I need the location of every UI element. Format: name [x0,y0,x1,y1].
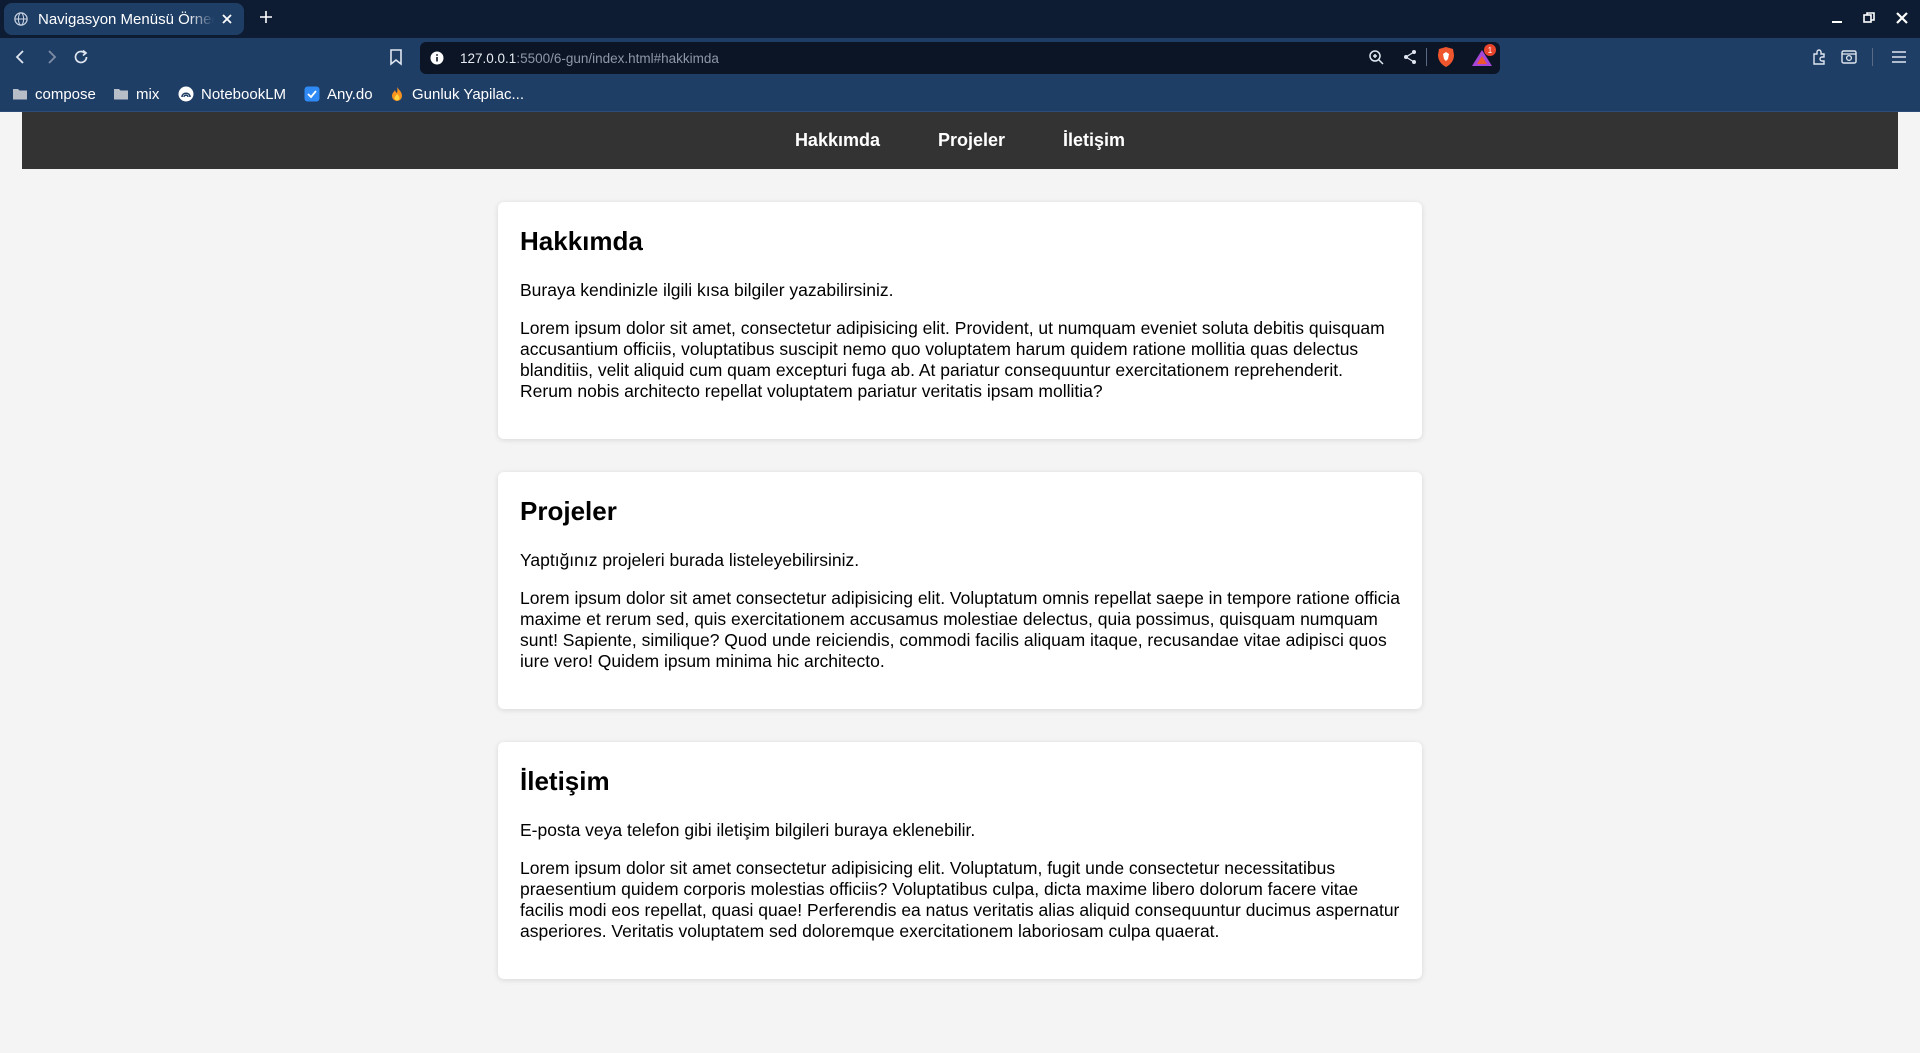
nav-link-iletisim[interactable]: İletişim [1063,130,1125,151]
url-path: :5500/6-gun/index.html#hakkimda [516,50,719,66]
page-viewport: Hakkımda Projeler İletişim Hakkımda Bura… [0,112,1920,1053]
bookmark-notebooklm[interactable]: NotebookLM [178,84,286,104]
tab-strip [0,0,1920,38]
nav-link-projeler[interactable]: Projeler [938,130,1005,151]
toolbar-divider [1872,48,1873,66]
notification-badge: 1 [1484,44,1496,56]
browser-tab[interactable]: Navigasyon Menüsü Örneği [4,3,244,35]
site-navigation: Hakkımda Projeler İletişim [22,112,1898,169]
tab-title: Navigasyon Menüsü Örneği [38,10,214,28]
restore-icon[interactable] [1862,11,1876,25]
site-info-icon[interactable] [430,51,444,65]
extensions-icon[interactable] [1810,48,1828,66]
menu-icon[interactable] [1890,48,1908,66]
share-icon[interactable] [1402,49,1418,65]
new-tab-icon[interactable] [258,9,274,25]
section-iletisim: İletişim E-posta veya telefon gibi ileti… [498,742,1422,979]
url-divider [1426,48,1427,66]
close-window-icon[interactable] [1895,11,1909,25]
minimize-icon[interactable] [1830,11,1844,25]
section-hakkimda: Hakkımda Buraya kendinizle ilgili kısa b… [498,202,1422,439]
section-title: Hakkımda [520,226,643,256]
folder-icon [13,89,27,100]
bookmark-label: NotebookLM [201,85,287,103]
globe-icon [14,12,28,26]
nav-link-hakkimda[interactable]: Hakkımda [795,130,880,151]
folder-icon [114,89,128,100]
section-intro: E-posta veya telefon gibi iletişim bilgi… [520,820,976,840]
section-title: Projeler [520,496,617,526]
zoom-icon[interactable] [1368,49,1384,65]
section-body: Lorem ipsum dolor sit amet, consectetur … [520,318,1385,401]
url-host: 127.0.0.1 [460,50,517,66]
bookmark-mix[interactable]: mix [113,84,159,104]
bookmarks-bar [0,78,1920,112]
reader-mode-icon[interactable] [1840,48,1858,66]
section-body: Lorem ipsum dolor sit amet consectetur a… [520,858,1400,941]
bookmark-compose[interactable]: compose [12,84,96,104]
bookmark-label: Gunluk Yapilac... [412,85,525,103]
bookmark-anydo[interactable]: Any.do [304,84,373,104]
bookmark-icon[interactable] [388,48,404,66]
bookmark-gunluk[interactable]: Gunluk Yapilac... [389,84,524,104]
section-intro: Yaptığınız projeleri burada listeleyebil… [520,550,860,570]
address-bar[interactable]: 127.0.0.1:5500/6-gun/index.html#hakkimda [420,42,1500,74]
brave-shields-icon[interactable] [1436,46,1456,68]
bookmark-label: mix [136,85,160,103]
reload-icon[interactable] [72,48,90,66]
fire-icon [392,87,402,101]
forward-icon[interactable] [42,48,60,66]
section-title: İletişim [520,766,610,796]
bookmark-label: Any.do [327,85,373,103]
back-icon[interactable] [12,48,30,66]
notebooklm-icon [178,86,194,102]
section-intro: Buraya kendinizle ilgili kısa bilgiler y… [520,280,894,300]
section-projeler: Projeler Yaptığınız projeleri burada lis… [498,472,1422,709]
close-tab-icon[interactable] [220,12,234,26]
section-body: Lorem ipsum dolor sit amet consectetur a… [520,588,1400,671]
bookmark-label: compose [35,85,96,103]
anydo-icon [304,86,320,102]
